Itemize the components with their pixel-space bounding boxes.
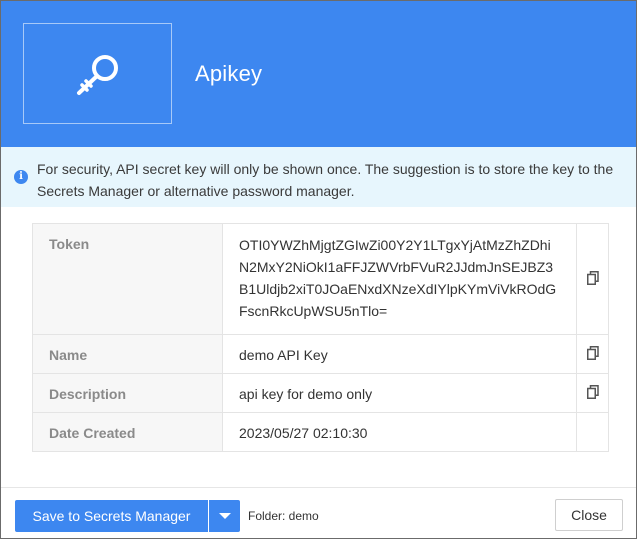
date-created-label: Date Created — [32, 412, 223, 452]
dialog-title: Apikey — [195, 61, 263, 86]
dialog-footer: Save to Secrets Manager Folder: demo Clo… — [1, 487, 636, 538]
name-label: Name — [32, 334, 223, 374]
copy-icon[interactable] — [586, 270, 599, 288]
alert-text: For security, API secret key will only b… — [37, 161, 614, 199]
copy-icon[interactable] — [586, 345, 599, 363]
apikey-dialog: Apikey i For security, API secret key wi… — [0, 0, 637, 539]
token-value: OTI0YWZhMjgtZGIwZi00Y2Y1LTgxYjAtMzZhZDhi… — [222, 223, 577, 335]
name-value: demo API Key — [222, 334, 577, 374]
token-copy-cell — [576, 223, 609, 335]
key-icon — [76, 54, 118, 95]
logo-box — [23, 23, 172, 124]
table-row-date-created: Date Created 2023/05/27 02:10:30 — [32, 412, 609, 452]
description-value: api key for demo only — [222, 373, 577, 413]
date-created-value: 2023/05/27 02:10:30 — [222, 412, 577, 452]
description-label: Description — [32, 373, 223, 413]
table-row-name: Name demo API Key — [32, 334, 609, 374]
security-alert: i For security, API secret key will only… — [1, 147, 636, 207]
save-options-dropdown-button[interactable] — [209, 500, 240, 532]
name-copy-cell — [576, 334, 609, 374]
dialog-header: Apikey — [1, 1, 636, 147]
folder-label: Folder: demo — [248, 509, 319, 523]
save-to-secrets-manager-button[interactable]: Save to Secrets Manager — [15, 500, 208, 532]
close-button[interactable]: Close — [555, 499, 623, 531]
apikey-details-table: Token OTI0YWZhMjgtZGIwZi00Y2Y1LTgxYjAtMz… — [32, 223, 609, 452]
date-created-empty-cell — [576, 412, 609, 452]
description-copy-cell — [576, 373, 609, 413]
table-row-description: Description api key for demo only — [32, 373, 609, 413]
info-icon: i — [14, 170, 28, 184]
caret-down-icon — [218, 513, 231, 519]
table-row-token: Token OTI0YWZhMjgtZGIwZi00Y2Y1LTgxYjAtMz… — [32, 223, 609, 335]
copy-icon[interactable] — [586, 384, 599, 402]
token-label: Token — [32, 223, 223, 335]
